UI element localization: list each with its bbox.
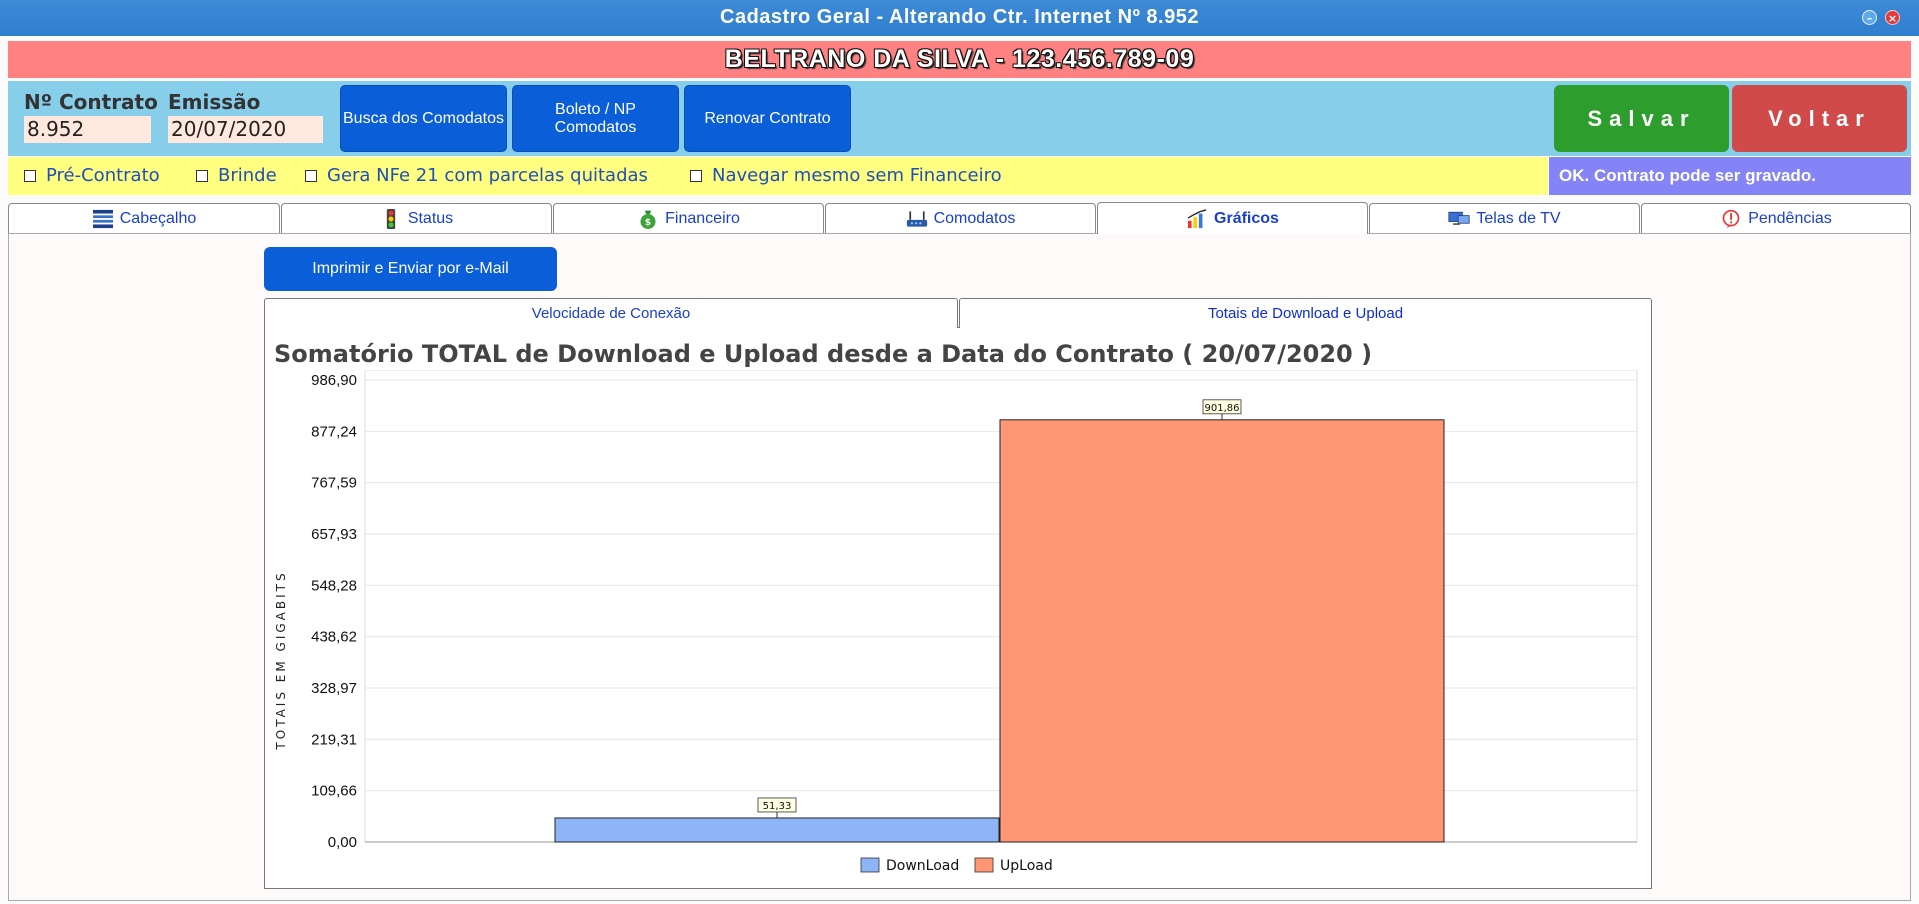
- tab-telas-tv[interactable]: Telas de TV: [1369, 203, 1640, 233]
- gera-nfe-checkbox[interactable]: Gera NFe 21 com parcelas quitadas: [305, 165, 648, 186]
- y-tick-label: 438,62: [311, 629, 357, 646]
- checkbox-icon: [24, 169, 36, 182]
- navegar-checkbox[interactable]: Navegar mesmo sem Financeiro: [690, 165, 1002, 186]
- minimize-icon[interactable]: –: [1862, 10, 1877, 25]
- y-tick-label: 877,24: [311, 423, 357, 440]
- legend-swatch: [860, 857, 880, 873]
- chart-legend: DownLoad UpLoad: [860, 857, 1053, 874]
- y-tick-label: 109,66: [311, 783, 357, 800]
- client-name-banner: BELTRANO DA SILVA - 123.456.789-09: [8, 41, 1911, 78]
- navegar-label: Navegar mesmo sem Financeiro: [712, 165, 1002, 186]
- tab-pendencias[interactable]: Pendências: [1641, 203, 1911, 233]
- gera-nfe-label: Gera NFe 21 com parcelas quitadas: [327, 165, 648, 186]
- bar-download: [554, 817, 1000, 843]
- alert-icon: [1722, 209, 1740, 228]
- brinde-checkbox[interactable]: Brinde: [196, 165, 277, 186]
- checkbox-icon: [305, 169, 317, 182]
- svg-text:$: $: [645, 216, 651, 227]
- tv-icon: [1448, 211, 1470, 225]
- tab-label: Status: [407, 209, 454, 227]
- options-bar: Pré-Contrato Brinde Gera NFe 21 com parc…: [8, 157, 1548, 195]
- contract-bar: Nº Contrato 8.952 Emissão 20/07/2020 Bus…: [8, 81, 1911, 156]
- window-title-bar: Cadastro Geral - Alterando Ctr. Internet…: [0, 0, 1919, 36]
- contract-number-field[interactable]: 8.952: [24, 116, 151, 143]
- tab-label: Telas de TV: [1476, 209, 1561, 227]
- window-title: Cadastro Geral - Alterando Ctr. Internet…: [720, 6, 1199, 28]
- y-tick-label: 657,93: [311, 526, 357, 543]
- close-icon[interactable]: ×: [1885, 10, 1900, 25]
- contract-number-label: Nº Contrato: [24, 90, 158, 114]
- money-bag-icon: $: [640, 210, 656, 229]
- legend-label: UpLoad: [1000, 858, 1053, 874]
- chart-title: Somatório TOTAL de Download e Upload des…: [274, 340, 1373, 368]
- data-label: 901,86: [1205, 403, 1240, 414]
- bar-chart: 0,00 109,66 219,31 328,97 438,62 548,28 657,93…: [274, 370, 1638, 874]
- status-message: OK. Contrato pode ser gravado.: [1549, 157, 1911, 195]
- brinde-label: Brinde: [218, 165, 277, 186]
- checkbox-icon: [196, 169, 208, 182]
- pre-contrato-checkbox[interactable]: Pré-Contrato: [24, 165, 160, 186]
- tab-graficos[interactable]: Gráficos: [1097, 202, 1368, 234]
- tab-label: Gráficos: [1214, 209, 1279, 227]
- busca-comodatos-button[interactable]: Busca dos Comodatos: [340, 85, 507, 152]
- checkbox-icon: [690, 169, 702, 182]
- y-tick-label: 328,97: [311, 680, 357, 697]
- print-email-button[interactable]: Imprimir e Enviar por e-Mail: [264, 247, 557, 291]
- y-axis-ticks: 0,00 109,66 219,31 328,97 438,62 548,28 657,93…: [311, 372, 357, 851]
- legend-label: DownLoad: [886, 858, 959, 874]
- tab-label: Financeiro: [665, 209, 740, 227]
- issue-date-field[interactable]: 20/07/2020: [168, 116, 323, 143]
- boleto-comodatos-button[interactable]: Boleto / NP Comodatos: [512, 85, 679, 152]
- y-tick-label: 767,59: [311, 475, 357, 492]
- tab-label: Comodatos: [933, 209, 1016, 227]
- y-tick-label: 548,28: [311, 577, 357, 594]
- tab-label: Cabeçalho: [119, 209, 197, 227]
- back-button[interactable]: Voltar: [1732, 85, 1907, 152]
- y-tick-label: 0,00: [328, 834, 357, 851]
- y-axis-label: TOTAIS EM GIGABITS: [274, 570, 288, 750]
- tab-comodatos[interactable]: Comodatos: [825, 203, 1096, 233]
- tab-status[interactable]: Status: [281, 203, 552, 233]
- subtab-velocidade[interactable]: Velocidade de Conexão: [264, 298, 958, 328]
- subtab-totais[interactable]: Totais de Download e Upload: [959, 298, 1652, 328]
- renovar-contrato-button[interactable]: Renovar Contrato: [684, 85, 851, 152]
- bar-upload: [999, 419, 1445, 843]
- y-tick-label: 986,90: [311, 372, 357, 389]
- issue-date-label: Emissão: [168, 90, 261, 114]
- router-icon: [906, 210, 927, 227]
- tab-financeiro[interactable]: $ Financeiro: [553, 203, 824, 233]
- traffic-light-icon: [386, 208, 395, 229]
- data-label: 51,33: [763, 801, 792, 812]
- save-button[interactable]: Salvar: [1554, 85, 1729, 152]
- tab-cabecalho[interactable]: Cabeçalho: [8, 203, 280, 233]
- pre-contrato-label: Pré-Contrato: [46, 165, 160, 186]
- chart-icon: [1187, 208, 1207, 228]
- y-tick-label: 219,31: [311, 731, 357, 748]
- legend-swatch: [974, 857, 994, 873]
- list-icon: [92, 209, 113, 228]
- tab-label: Pendências: [1748, 209, 1832, 227]
